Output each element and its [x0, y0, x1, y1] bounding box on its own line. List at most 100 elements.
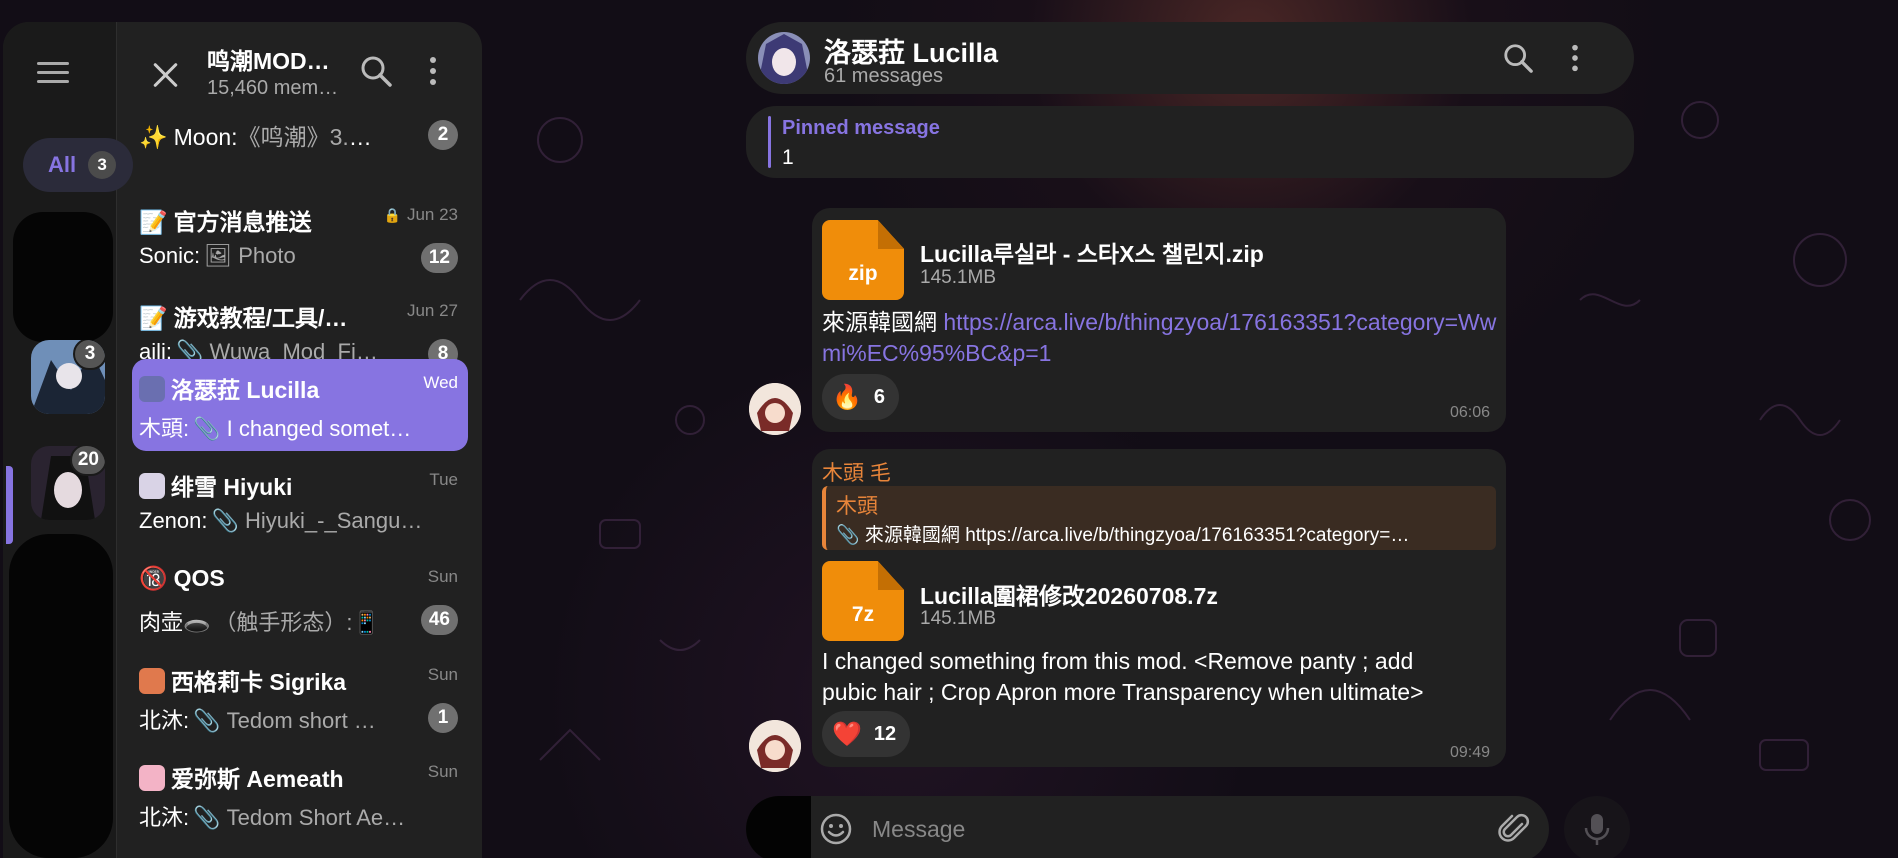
chat-item-title: QOS	[173, 565, 225, 591]
close-icon[interactable]	[151, 60, 181, 90]
chat-list: 鸣潮MOD… 15,460 mem… ✨ Moon:《鸣潮》3.5… 2 📝 官方消息推…	[118, 22, 482, 858]
chat-avatar-image	[758, 32, 810, 84]
reaction-count: 6	[873, 385, 886, 408]
file-extension: 7z	[851, 603, 875, 626]
chat-item-title: 官方消息推送	[173, 209, 312, 235]
chat-item-avatar-icon	[139, 668, 165, 694]
chat-item-date: Wed	[423, 373, 458, 393]
reaction-chip[interactable]: ❤️ 12	[822, 711, 911, 757]
chat-avatar[interactable]	[758, 32, 810, 84]
chat-item-emoji-icon: 📝	[139, 305, 168, 331]
chat-item-preview: 肉壶🕳️ （触手形态）:📱	[139, 605, 389, 637]
chat-item-preview: Sonic: 🖼 Photo	[139, 243, 389, 269]
pinned-text: 1	[782, 146, 794, 169]
paperclip-icon[interactable]	[1498, 812, 1532, 846]
chat-item-name: 西格莉卡 Sigrika	[139, 663, 374, 697]
chat-item-preview: 木頭: 📎 I changed somet…	[139, 411, 424, 443]
chat-item-date: Tue	[429, 470, 458, 490]
chat-item-title: 洛瑟菈 Lucilla	[171, 377, 320, 403]
reply-quote[interactable]: 木頭 📎 來源韓國網 https://arca.live/b/thingzyoa…	[822, 486, 1496, 550]
message-input[interactable]: Message	[872, 816, 965, 843]
unread-badge: 12	[420, 243, 458, 273]
chat-item-title: 爱弥斯 Aemeath	[171, 766, 344, 792]
chat-item-message: （触手形态）:📱	[214, 610, 380, 635]
chat-list-item[interactable]: 🔞 QOS Sun 肉壶🕳️ （触手形态）:📱 46	[132, 553, 468, 645]
folder-all[interactable]: All 3	[23, 138, 133, 192]
chat-header[interactable]: 洛瑟菈 Lucilla 61 messages	[746, 22, 1634, 94]
chat-item-date-text: Sun	[427, 762, 458, 781]
chat-item-date-text: Sun	[427, 567, 458, 586]
chat-item-name: 洛瑟菈 Lucilla	[139, 371, 374, 405]
reaction-chip[interactable]: 🔥 6	[822, 374, 900, 420]
heart-emoji-icon: ❤️	[832, 720, 862, 748]
unread-badge: 46	[420, 605, 458, 635]
chat-item-title: 游戏教程/工具/…	[173, 305, 348, 331]
file-7z-icon[interactable]: 7z	[822, 561, 904, 641]
chat-item-avatar-icon	[139, 376, 165, 402]
sender-avatar[interactable]	[749, 720, 801, 772]
chat-item-date-text: Tue	[429, 470, 458, 489]
message-text: I changed something from this mod. <Remo…	[822, 648, 1424, 705]
more-vertical-icon[interactable]	[1570, 42, 1580, 74]
chat-item-message: 🖼 Photo	[204, 243, 296, 268]
chat-item-date-text: Jun 27	[406, 301, 458, 320]
folder-all-count: 3	[88, 151, 117, 179]
reply-author: 木頭	[836, 495, 878, 518]
chat-list-item[interactable]: ✨ Moon:《鸣潮》3.5… 2	[132, 116, 468, 156]
chat-item-date: Sun	[428, 762, 458, 782]
chat-item-sender: 北沐:	[139, 708, 190, 733]
file-extension: zip	[848, 262, 878, 285]
sender-avatar-image	[749, 383, 801, 435]
chat-item-avatar-icon	[139, 765, 165, 791]
message-text-prefix: 來源韓國網	[822, 309, 937, 335]
pinned-message-bar[interactable]: Pinned message 1	[746, 106, 1634, 178]
lock-icon: 🔒	[383, 207, 401, 223]
search-icon[interactable]	[359, 54, 393, 88]
file-name[interactable]: Lucilla루실라 - 스타X스 챌린지.zip	[920, 235, 1264, 269]
file-zip-icon[interactable]: zip	[822, 220, 904, 300]
search-icon[interactable]	[1502, 42, 1534, 74]
chat-list-item[interactable]: 洛瑟菈 Lucilla Wed 木頭: 📎 I changed somet…	[132, 359, 468, 451]
chat-item-date: 🔒 Jun 23	[384, 205, 458, 225]
pinned-accent-bar	[768, 116, 771, 168]
chat-item-date-text: Wed	[423, 373, 458, 392]
chat-item-message: 📎 I changed somet…	[193, 416, 412, 441]
unread-badge: 1	[428, 703, 458, 733]
chat-list-header: 鸣潮MOD… 15,460 mem…	[118, 22, 482, 118]
chat-item-title: 西格莉卡 Sigrika	[171, 669, 347, 695]
chat-item-sender: 肉壶🕳️	[139, 610, 211, 635]
chat-item-preview: Zenon: 📎 Hiyuki_-_Sangui…	[139, 508, 424, 534]
chat-item-message: 📎 Tedom Short Ae…	[193, 805, 406, 830]
redacted-region	[746, 796, 811, 858]
sender-avatar[interactable]	[749, 383, 801, 435]
hamburger-icon[interactable]	[37, 62, 69, 88]
message-bubble[interactable]: zip Lucilla루실라 - 스타X스 챌린지.zip 145.1MB 來源…	[812, 208, 1506, 432]
chat-item-date: Jun 27	[407, 301, 458, 321]
chat-item-sender: 木頭:	[139, 416, 190, 441]
chat-list-item[interactable]: 爱弥斯 Aemeath Sun 北沐: 📎 Tedom Short Ae…	[132, 748, 468, 840]
folder-avatar-2[interactable]: 20	[31, 446, 105, 520]
group-member-count: 15,460 mem…	[207, 77, 339, 99]
chat-list-item[interactable]: 西格莉卡 Sigrika Sun 北沐: 📎 Tedom short … 1	[132, 651, 468, 743]
microphone-button[interactable]	[1564, 796, 1630, 858]
microphone-icon	[1584, 814, 1610, 845]
message-text: 來源韓國網 https://arca.live/b/thingzyoa/1761…	[822, 307, 1502, 369]
chat-item-date-text: Jun 23	[406, 205, 458, 224]
chat-message-count: 61 messages	[824, 65, 943, 87]
emoji-icon[interactable]	[819, 812, 853, 846]
message-composer[interactable]: Message	[746, 796, 1549, 858]
message-time: 09:49	[1449, 744, 1490, 761]
chat-list-item[interactable]: 绯雪 Hiyuki Tue Zenon: 📎 Hiyuki_-_Sangui…	[132, 456, 468, 548]
reply-text: 📎 來源韓國網 https://arca.live/b/thingzyoa/17…	[836, 525, 1410, 546]
message-bubble[interactable]: 木頭 毛 木頭 📎 來源韓國網 https://arca.live/b/thin…	[812, 449, 1506, 767]
chat-item-name: 📝 游戏教程/工具/…	[139, 299, 374, 333]
pinned-title: Pinned message	[782, 117, 940, 139]
group-title[interactable]: 鸣潮MOD…	[207, 42, 342, 76]
chat-list-item[interactable]: 📝 官方消息推送 🔒 Jun 23 Sonic: 🖼 Photo 12	[132, 191, 468, 283]
sender-name[interactable]: 木頭 毛	[822, 457, 891, 487]
folder-avatar-1[interactable]: 3	[31, 340, 105, 414]
file-name[interactable]: Lucilla圍裙修改20260708.7z	[920, 577, 1218, 611]
more-vertical-icon[interactable]	[428, 54, 438, 88]
redacted-region	[9, 534, 113, 858]
chat-item-name: 🔞 QOS	[139, 565, 374, 592]
